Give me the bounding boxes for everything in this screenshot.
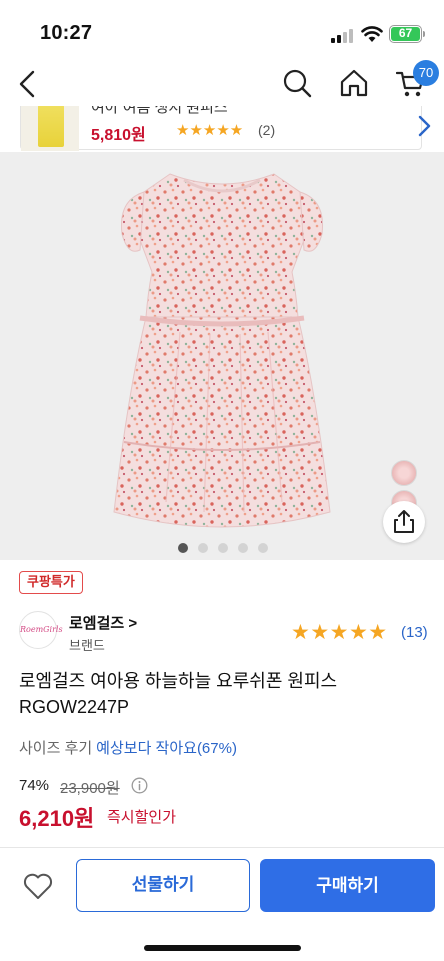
wifi-icon <box>361 26 383 42</box>
share-icon <box>394 510 414 533</box>
info-icon[interactable] <box>131 777 148 794</box>
home-icon[interactable] <box>339 68 369 98</box>
status-time: 10:27 <box>40 22 93 44</box>
recommended-product-price: 5,810원 <box>91 127 146 144</box>
chevron-left-icon[interactable] <box>16 68 40 100</box>
bottom-action-bar: 선물하기 구매하기 <box>0 847 444 961</box>
carousel-dots[interactable] <box>178 543 268 555</box>
brand-logo[interactable]: RoemGirls <box>19 611 63 649</box>
brand-label: 브랜드 <box>69 638 105 653</box>
product-title: 로엠걸즈 여아용 하늘하늘 요루쉬폰 원피스 RGOW2247P <box>19 668 429 720</box>
recommended-product-review-count: (2) <box>258 122 276 138</box>
carousel-dot[interactable] <box>258 543 268 553</box>
chevron-right-icon[interactable] <box>417 115 431 137</box>
search-icon[interactable] <box>282 68 312 98</box>
size-review-value[interactable]: 예상보다 작아요(67%) <box>96 740 237 757</box>
brand-link[interactable]: 로엠걸즈 > <box>69 612 137 633</box>
status-bar: 10:27 67 <box>0 0 444 62</box>
original-price: 23,900원 <box>60 780 120 797</box>
rating-stars[interactable]: ★★★★★ <box>291 622 388 644</box>
size-review[interactable]: 사이즈 후기 예상보다 작아요(67%) <box>19 737 237 758</box>
carousel-dot[interactable] <box>198 543 208 553</box>
carousel-dot[interactable] <box>178 543 188 553</box>
product-image <box>113 173 331 528</box>
review-count-link[interactable]: (13) <box>401 624 428 641</box>
recommended-product-image <box>21 106 79 151</box>
gift-button[interactable]: 선물하기 <box>76 859 250 912</box>
recommendation-strip: 여아 여름 생지 원피스 5,810원 ★★★★★ (2) <box>0 106 444 152</box>
carousel-dot[interactable] <box>238 543 248 553</box>
recommended-product-title: 여아 여름 생지 원피스 <box>91 106 228 116</box>
signal-icon <box>331 28 355 43</box>
buy-button[interactable]: 구매하기 <box>260 859 435 912</box>
discount-rate: 74% <box>19 777 50 794</box>
heart-icon[interactable] <box>22 871 54 901</box>
battery-cap <box>423 31 425 37</box>
image-thumbnail[interactable] <box>391 460 417 486</box>
carousel-dot[interactable] <box>218 543 228 553</box>
nav-bar <box>0 62 444 106</box>
sale-price: 6,210원 <box>19 806 95 831</box>
battery-level: 67 <box>391 27 420 41</box>
sale-price-label: 즉시할인가 <box>107 809 177 826</box>
cart-count-badge[interactable]: 70 <box>413 60 439 86</box>
deal-badge: 쿠팡특가 <box>19 571 83 594</box>
product-title-line: RGOW2247P <box>19 697 130 717</box>
recommended-product-card[interactable]: 여아 여름 생지 원피스 5,810원 ★★★★★ (2) <box>20 106 431 151</box>
share-button[interactable] <box>383 501 425 543</box>
product-title-line: 로엠걸즈 여아용 하늘하늘 요루쉬폰 원피스 <box>19 671 338 691</box>
battery-icon: 67 <box>389 25 422 43</box>
size-review-label: 사이즈 후기 <box>19 740 93 757</box>
product-image-carousel[interactable] <box>0 152 444 560</box>
home-indicator <box>144 945 301 951</box>
recommended-product-stars: ★★★★★ <box>176 122 244 139</box>
